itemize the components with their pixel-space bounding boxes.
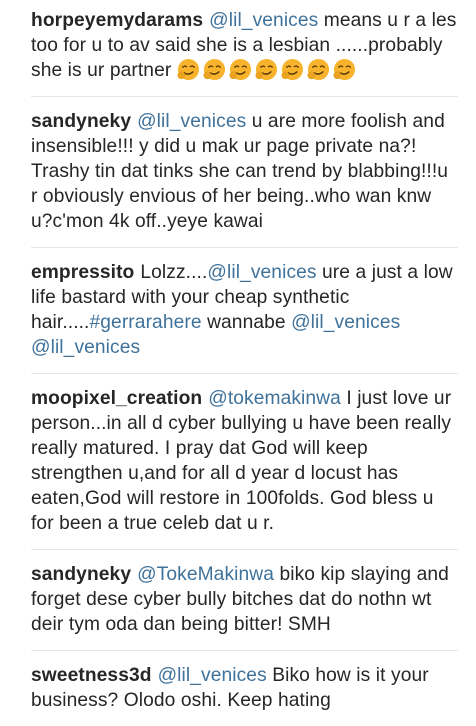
comment-username[interactable]: moopixel_creation [31,388,202,409]
comment-item: sandyneky @lil_venices u are more foolish… [31,109,458,248]
mention-link[interactable]: @lil_venices [209,10,318,31]
comment-username[interactable]: horpeyemydarams [31,10,203,31]
comment-username[interactable]: sweetness3d [31,665,152,686]
comment-item: moopixel_creation @tokemakinwa I just lov… [31,386,458,550]
smirk-face-emoji [307,58,330,81]
comment-username[interactable]: empressito [31,262,134,283]
mention-link[interactable]: @lil_venices [158,665,267,686]
comment-item: empressito Lolzz....@lil_venices ure a ju… [31,260,458,374]
comment-item: horpeyemydarams @lil_venices means u r a … [31,8,458,97]
mention-link[interactable]: @lil_venices [207,262,316,283]
mention-link[interactable]: @lil_venices [31,337,140,358]
comment-text: I just love ur person...in all d cyber b… [31,388,452,534]
comment-text: wannabe [201,312,292,333]
smirk-face-emoji [333,58,356,81]
hashtag-link[interactable]: #gerrarahere [90,312,202,333]
comment-list: horpeyemydarams @lil_venices means u r a … [0,0,476,726]
comment-item: sandyneky @TokeMakinwa biko kip slaying a… [31,562,458,651]
comment-username[interactable]: sandyneky [31,111,131,132]
comment-text: Lolzz.... [140,262,208,283]
mention-link[interactable]: @tokemakinwa [208,388,341,409]
mention-link[interactable]: @TokeMakinwa [137,564,274,585]
smirk-face-emoji [229,58,252,81]
smirk-face-emoji [203,58,226,81]
comment-item: sweetness3d @lil_venices Biko how is it y… [31,663,458,726]
mention-link[interactable]: @lil_venices [137,111,246,132]
smirk-face-emoji [281,58,304,81]
comment-username[interactable]: sandyneky [31,564,131,585]
mention-link[interactable]: @lil_venices [291,312,400,333]
smirk-face-emoji [255,58,278,81]
smirk-face-emoji [177,58,200,81]
